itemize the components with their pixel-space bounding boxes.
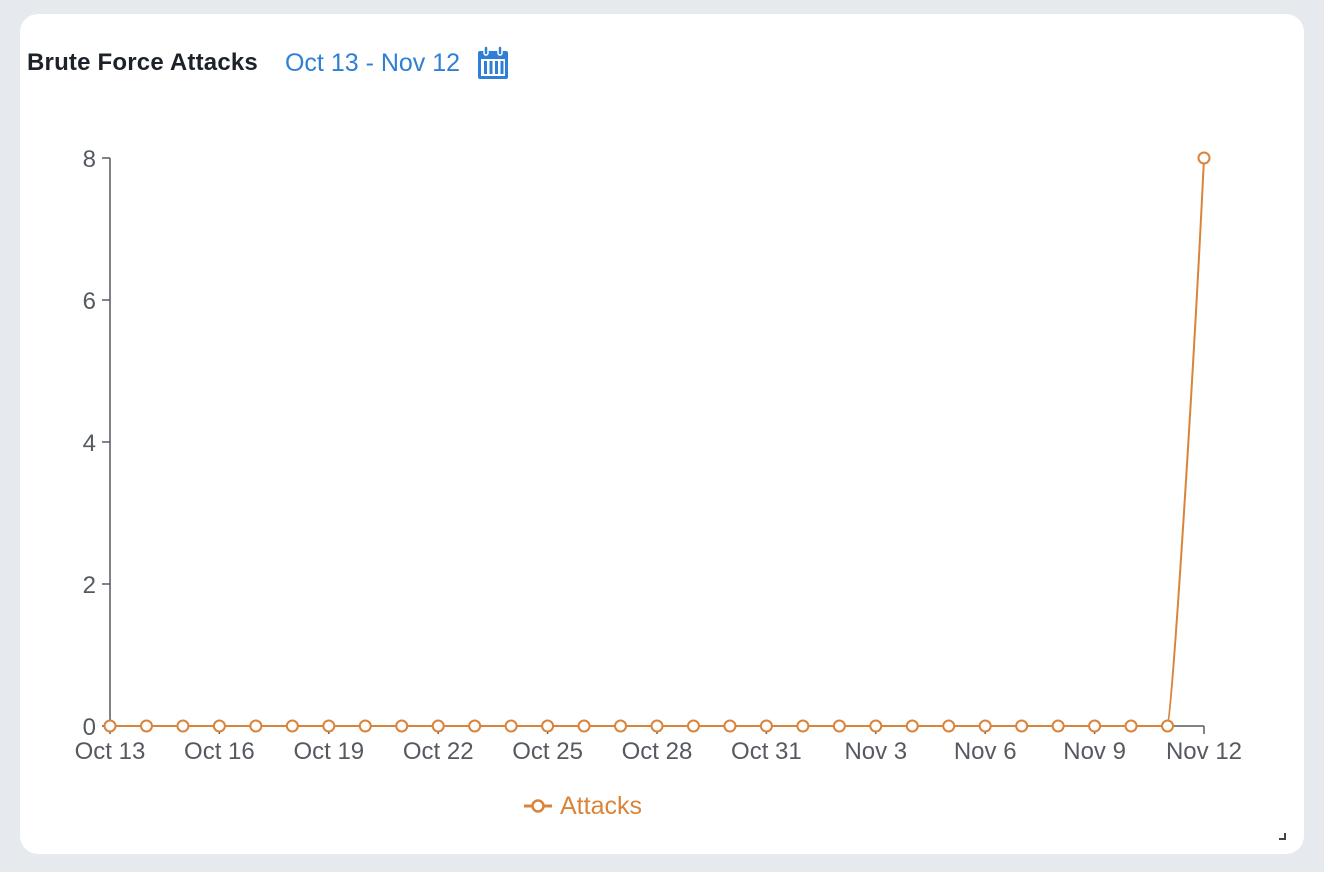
data-point bbox=[686, 719, 700, 733]
data-point bbox=[650, 719, 664, 733]
data-point bbox=[139, 719, 153, 733]
data-point bbox=[832, 719, 846, 733]
x-tick-label: Oct 25 bbox=[512, 738, 583, 765]
data-point bbox=[322, 719, 336, 733]
y-tick-label: 0 bbox=[83, 714, 96, 741]
data-point bbox=[285, 719, 299, 733]
data-point bbox=[1088, 719, 1102, 733]
data-point bbox=[103, 719, 117, 733]
x-tick-label: Nov 3 bbox=[844, 738, 907, 765]
data-point bbox=[541, 719, 555, 733]
x-tick-label: Oct 19 bbox=[293, 738, 364, 765]
data-point bbox=[577, 719, 591, 733]
data-point bbox=[468, 719, 482, 733]
data-point bbox=[1124, 719, 1138, 733]
series-line-attacks bbox=[110, 157, 1205, 727]
data-point bbox=[759, 719, 773, 733]
data-point bbox=[358, 719, 372, 733]
data-point bbox=[1015, 719, 1029, 733]
resize-handle-icon[interactable] bbox=[1277, 828, 1287, 840]
data-point bbox=[796, 719, 810, 733]
series-layer bbox=[103, 151, 1211, 733]
y-tick-label: 8 bbox=[83, 146, 96, 173]
data-point bbox=[905, 719, 919, 733]
data-point bbox=[978, 719, 992, 733]
data-point bbox=[723, 719, 737, 733]
x-tick-label: Nov 9 bbox=[1063, 738, 1126, 765]
data-point bbox=[869, 719, 883, 733]
data-point bbox=[395, 719, 409, 733]
y-tick-label: 6 bbox=[83, 288, 96, 315]
x-tick-label: Nov 6 bbox=[954, 738, 1017, 765]
data-point bbox=[176, 719, 190, 733]
data-point bbox=[942, 719, 956, 733]
data-point bbox=[1161, 719, 1175, 733]
data-point bbox=[212, 719, 226, 733]
data-point bbox=[504, 719, 518, 733]
chart-axes: 0 2 4 6 8 Oct 13 Oct 16 Oct 19 Oct 22 Oct 25 Oct 2… bbox=[75, 146, 1242, 765]
x-tick-label: Oct 31 bbox=[731, 738, 802, 765]
x-tick-label: Oct 28 bbox=[622, 738, 693, 765]
line-chart: 0 2 4 6 8 Oct 13 Oct 16 Oct 19 Oct 22 Oct 25 Oct 2… bbox=[75, 146, 1242, 820]
legend-label: Attacks bbox=[560, 792, 642, 820]
data-point bbox=[1197, 151, 1211, 165]
y-tick-label: 4 bbox=[83, 430, 96, 457]
x-tick-label: Oct 13 bbox=[75, 738, 146, 765]
x-tick-label: Nov 12 bbox=[1166, 738, 1242, 765]
chart-legend[interactable]: Attacks bbox=[524, 792, 642, 820]
data-point bbox=[431, 719, 445, 733]
x-tick-label: Oct 16 bbox=[184, 738, 255, 765]
x-tick-label: Oct 22 bbox=[403, 738, 474, 765]
data-point bbox=[614, 719, 628, 733]
data-point bbox=[1051, 719, 1065, 733]
y-tick-label: 2 bbox=[83, 572, 96, 599]
legend-marker-icon bbox=[531, 799, 545, 813]
data-point bbox=[249, 719, 263, 733]
